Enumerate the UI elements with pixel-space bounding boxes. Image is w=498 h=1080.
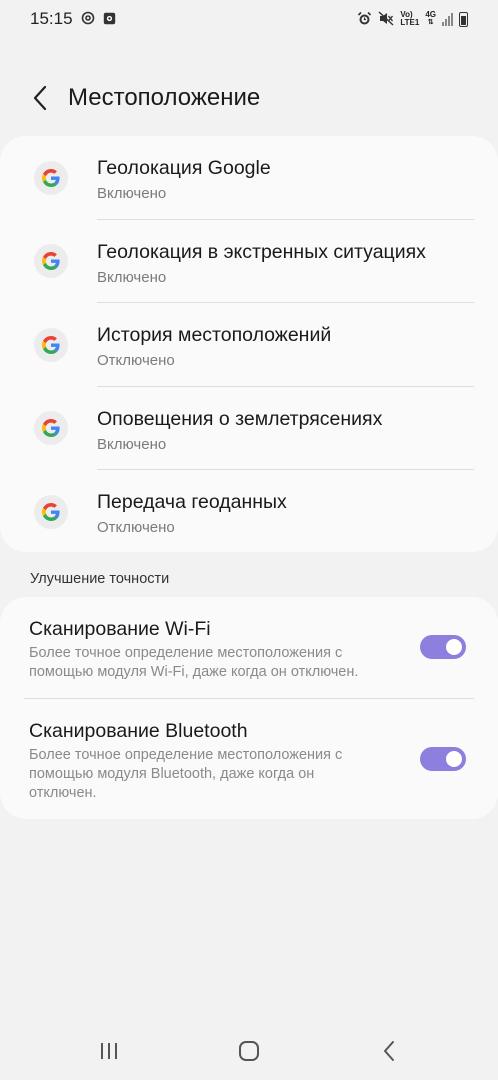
item-status: Отключено [97,352,175,369]
bluetooth-scanning-text: Сканирование Bluetooth Более точное опре… [29,719,369,803]
google-logo [34,160,68,195]
recents-button[interactable] [85,1027,133,1075]
navigation-bar [0,1022,498,1080]
item-title: Геолокация Google [97,157,271,179]
item-title: История местоположений [97,324,332,346]
wifi-scanning-toggle[interactable] [420,635,466,659]
earthquake-alerts-item[interactable]: Оповещения о землетрясениях Включено [0,387,498,470]
google-logo [34,327,68,362]
page-title: Местоположение [68,84,261,111]
location-history-item[interactable]: История местоположений Отключено [0,303,498,387]
item-status: Включено [97,268,167,286]
google-g-icon [42,252,60,271]
chevron-left-icon [33,85,47,111]
google-logo [34,244,68,279]
toggle-knob [444,637,464,657]
item-title: Геолокация в экстренных ситуациях [97,240,426,263]
emergency-location-item[interactable]: Геолокация в экстренных ситуациях Включен… [0,220,498,303]
recents-icon [101,1043,117,1059]
item-text: Геолокация в экстренных ситуациях Включен… [97,240,474,287]
status-time: 15:15 [30,9,73,28]
screen-record-icon [103,12,116,27]
back-button[interactable] [16,74,64,122]
item-title: Передача геоданных [97,491,287,513]
google-g-icon [42,502,60,521]
item-status: Включено [97,185,167,202]
bluetooth-scanning-description: Более точное определение местоположения … [29,747,343,801]
home-icon [239,1041,259,1061]
volte-indicator: Vo) LTE1 [400,11,419,27]
battery-icon [459,11,468,27]
item-text: Геолокация Google Включено [97,156,474,203]
location-sharing-item[interactable]: Передача геоданных Отключено [0,470,498,554]
network-type: 4G ⇅ [425,11,436,27]
google-logo [34,494,68,529]
item-text: Оповещения о землетрясениях Включено [97,407,474,454]
bluetooth-scanning-toggle[interactable] [420,747,466,771]
status-bar: 15:15 Vo) LTE1 4G ⇅ [0,0,498,38]
wifi-scanning-title: Сканирование Wi-Fi [29,618,211,640]
section-header-accuracy: Улучшение точности [30,571,170,587]
status-left: 15:15 [30,9,116,29]
back-icon [384,1041,394,1061]
toggle-knob [444,749,464,769]
app-bar: Местоположение [0,72,498,124]
item-status: Отключено [97,519,175,536]
google-g-icon [42,335,60,354]
network-label: 4G [425,10,436,19]
bluetooth-scanning-item[interactable]: Сканирование Bluetooth Более точное опре… [0,699,498,819]
item-text: Передача геоданных Отключено [97,490,474,537]
google-location-item[interactable]: Геолокация Google Включено [0,136,498,220]
home-button[interactable] [225,1027,273,1075]
wifi-scanning-item[interactable]: Сканирование Wi-Fi Более точное определе… [0,597,498,699]
google-g-icon [42,168,60,187]
signal-icon [442,12,453,26]
item-title: Оповещения о землетрясениях [97,407,383,430]
bluetooth-scanning-title: Сканирование Bluetooth [29,720,248,742]
at-sign-icon [81,11,95,27]
item-text: История местоположений Отключено [97,323,474,370]
wifi-scanning-description: Более точное определение местоположения … [29,645,359,680]
data-arrows-icon: ⇅ [427,19,434,26]
nav-back-button[interactable] [365,1027,413,1075]
status-right: Vo) LTE1 4G ⇅ [357,11,468,28]
alarm-icon [357,11,372,28]
mute-icon [378,10,394,28]
google-g-icon [42,419,60,438]
google-logo [34,411,68,446]
volte-bottom: LTE1 [400,18,420,27]
wifi-scanning-text: Сканирование Wi-Fi Более точное определе… [29,617,394,682]
item-status: Включено [97,435,167,453]
scanning-card: Сканирование Wi-Fi Более точное определе… [0,597,498,819]
google-services-card: Геолокация Google Включено Геолокация в эк… [0,136,498,552]
